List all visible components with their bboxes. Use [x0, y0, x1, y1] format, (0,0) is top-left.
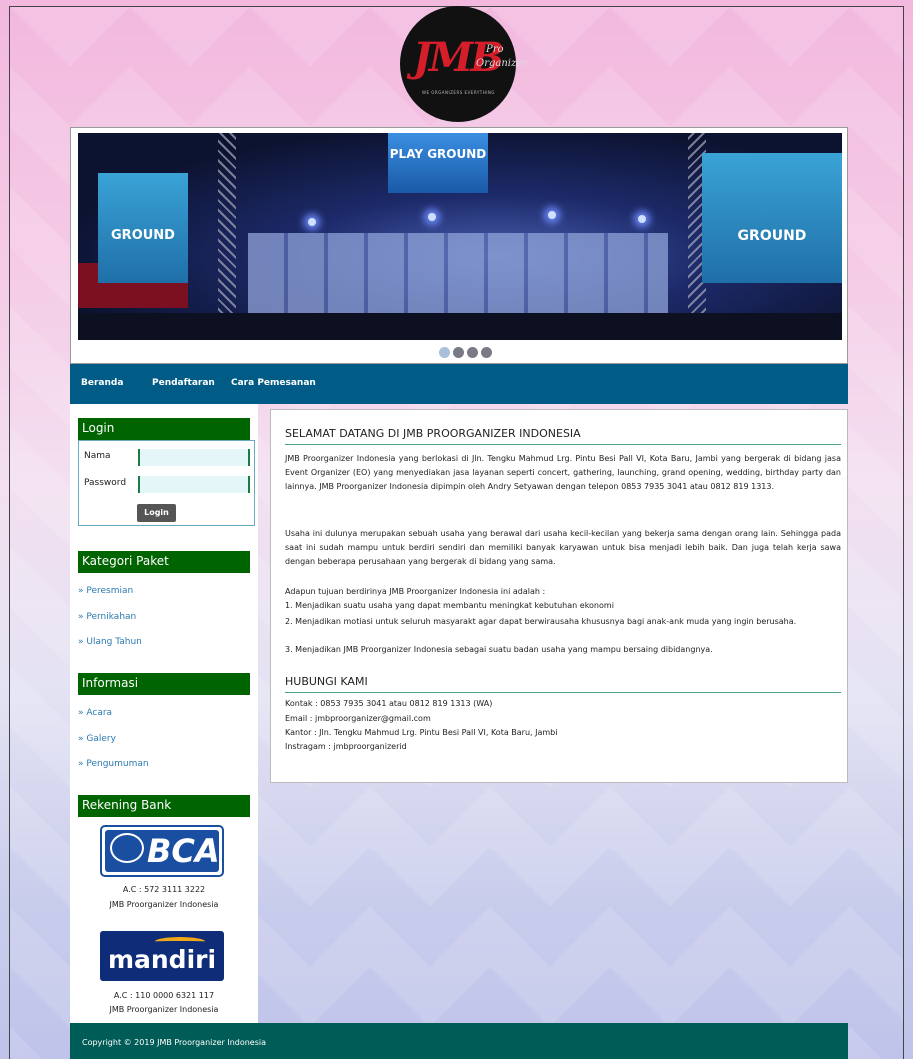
login-form: Nama Password Login: [78, 440, 255, 526]
stage-screen: [248, 233, 668, 313]
bca-account: A.C : 572 3111 3222: [122, 885, 206, 894]
goals-intro: Adapun tujuan berdirinya JMB Proorganize…: [285, 587, 546, 596]
logo-sub-pro: Pro: [486, 44, 504, 55]
nav-pendaftaran[interactable]: Pendaftaran: [152, 378, 215, 388]
mandiri-logo: mandiri: [100, 931, 224, 981]
banner-right: GROUND: [702, 153, 842, 283]
slider-dots: [439, 347, 492, 358]
mandiri-account: A.C : 110 0000 6321 117: [113, 991, 215, 1000]
stage-light: [428, 213, 436, 221]
login-title: Login: [78, 418, 250, 440]
logo-tagline: WE ORGANIZERS EVERYTHING: [422, 90, 496, 95]
stage-light: [308, 218, 316, 226]
bca-logo: BCA: [100, 825, 224, 877]
informasi-title: Informasi: [78, 673, 250, 695]
password-input[interactable]: [138, 476, 250, 493]
history-paragraph: Usaha ini dulunya merupakan sebuah usaha…: [285, 529, 841, 566]
mandiri-logo-text: mandiri: [107, 945, 217, 974]
slider-dot[interactable]: [481, 347, 492, 358]
link-pernikahan[interactable]: » Pernikahan: [78, 612, 136, 622]
slider-image: GROUND GROUND PLAY GROUND: [78, 133, 842, 340]
stage-truss-left: [218, 133, 236, 340]
goal-item-2: 2. Menjadikan motiasi untuk seluruh masy…: [285, 617, 797, 626]
contact-office: Kantor : Jln. Tengku Mahmud Lrg. Pintu B…: [285, 728, 558, 737]
bca-account-name: JMB Proorganizer Indonesia: [109, 900, 219, 909]
goal-item-1: 1. Menjadikan suatu usaha yang dapat mem…: [285, 601, 614, 610]
nav-beranda[interactable]: Beranda: [81, 378, 123, 388]
link-acara[interactable]: » Acara: [78, 708, 112, 718]
logo-sub-organizer: Organizer: [476, 58, 527, 69]
contact-title: HUBUNGI KAMI: [285, 675, 841, 693]
link-pengumuman[interactable]: » Pengumuman: [78, 759, 149, 769]
sidebar: Login Nama Password Login Kategori Paket…: [70, 404, 258, 1023]
nav-cara-pemesanan[interactable]: Cara Pemesanan: [231, 378, 316, 388]
name-label: Nama: [84, 451, 111, 461]
password-label: Password: [84, 478, 127, 488]
contact-email: Email : jmbproorganizer@gmail.com: [285, 714, 431, 723]
goal-item-3: 3. Menjadikan JMB Proorganizer Indonesia…: [285, 645, 713, 654]
stage-floor: [78, 313, 842, 340]
slider-dot[interactable]: [467, 347, 478, 358]
playground-sign: PLAY GROUND: [388, 133, 488, 193]
site-logo[interactable]: JMB Pro Organizer WE ORGANIZERS EVERYTHI…: [400, 6, 527, 122]
contact-instagram: Instragam : jmbproorganizerid: [285, 742, 407, 751]
footer: Copyright © 2019 JMB Proorganizer Indone…: [70, 1023, 848, 1059]
welcome-title: SELAMAT DATANG DI JMB PROORGANIZER INDON…: [285, 427, 841, 445]
kategori-title: Kategori Paket: [78, 551, 250, 573]
login-button[interactable]: Login: [137, 504, 176, 522]
stage-light: [638, 215, 646, 223]
name-input[interactable]: [138, 449, 250, 466]
slider-dot[interactable]: [453, 347, 464, 358]
rekening-title: Rekening Bank: [78, 795, 250, 817]
banner-left: GROUND: [98, 173, 188, 283]
copyright-text: Copyright © 2019 JMB Proorganizer Indone…: [82, 1038, 267, 1047]
stage-light: [548, 211, 556, 219]
bca-emblem-icon: [110, 833, 144, 863]
main-nav: Beranda Pendaftaran Cara Pemesanan: [70, 364, 848, 404]
link-galery[interactable]: » Galery: [78, 734, 116, 744]
mandiri-wave-icon: [155, 937, 205, 946]
link-peresmian[interactable]: » Peresmian: [78, 586, 133, 596]
intro-paragraph: JMB Proorganizer Indonesia yang berlokas…: [285, 454, 841, 491]
mandiri-account-name: JMB Proorganizer Indonesia: [109, 1005, 219, 1014]
main-content: SELAMAT DATANG DI JMB PROORGANIZER INDON…: [270, 409, 848, 783]
slider-dot[interactable]: [439, 347, 450, 358]
link-ulang-tahun[interactable]: » Ulang Tahun: [78, 637, 142, 647]
contact-phone: Kontak : 0853 7935 3041 atau 0812 819 13…: [285, 699, 493, 708]
image-slider: GROUND GROUND PLAY GROUND: [70, 127, 848, 364]
